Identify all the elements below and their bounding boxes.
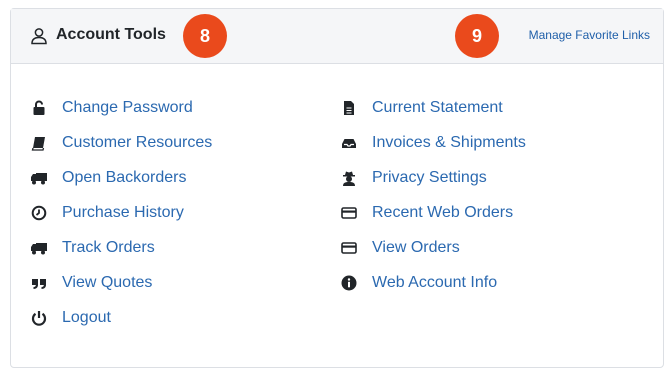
lock-open-icon — [31, 100, 47, 116]
recent-web-orders-link[interactable]: Recent Web Orders — [341, 195, 526, 230]
link-label: View Orders — [372, 238, 460, 256]
info-circle-icon — [341, 275, 357, 291]
link-label: Logout — [62, 308, 111, 326]
user-secret-icon — [341, 170, 357, 186]
purchase-history-link[interactable]: Purchase History — [31, 195, 212, 230]
card-title: Account Tools — [56, 26, 166, 43]
logout-link[interactable]: Logout — [31, 300, 212, 335]
link-label: Change Password — [62, 98, 193, 116]
clock-icon — [31, 205, 47, 221]
invoices-shipments-link[interactable]: Invoices & Shipments — [341, 125, 526, 160]
link-label: Track Orders — [62, 238, 155, 256]
truck-icon — [31, 240, 47, 256]
truck-icon — [31, 170, 47, 186]
power-icon — [31, 310, 47, 326]
left-link-list: Change Password Customer Resources Open … — [31, 90, 212, 335]
link-label: Open Backorders — [62, 168, 187, 186]
right-link-list: Current Statement Invoices & Shipments P… — [341, 90, 526, 300]
web-account-info-link[interactable]: Web Account Info — [341, 265, 526, 300]
link-label: Current Statement — [372, 98, 503, 116]
file-icon — [341, 100, 357, 116]
change-password-link[interactable]: Change Password — [31, 90, 212, 125]
customer-resources-link[interactable]: Customer Resources — [31, 125, 212, 160]
view-orders-link[interactable]: View Orders — [341, 230, 526, 265]
step-badge-8: 8 — [183, 14, 227, 58]
book-icon — [31, 135, 47, 151]
link-label: Privacy Settings — [372, 168, 487, 186]
manage-favorite-links-link[interactable]: Manage Favorite Links — [529, 28, 650, 42]
user-icon — [30, 27, 48, 45]
link-label: Invoices & Shipments — [372, 133, 526, 151]
account-tools-card: Account Tools 8 9 Manage Favorite Links … — [10, 8, 664, 368]
current-statement-link[interactable]: Current Statement — [341, 90, 526, 125]
privacy-settings-link[interactable]: Privacy Settings — [341, 160, 526, 195]
quote-icon — [31, 275, 47, 291]
open-backorders-link[interactable]: Open Backorders — [31, 160, 212, 195]
credit-card-icon — [341, 205, 357, 221]
link-label: Web Account Info — [372, 273, 498, 291]
link-label: Purchase History — [62, 203, 184, 221]
card-header: Account Tools 8 9 Manage Favorite Links — [11, 9, 663, 64]
inbox-icon — [341, 135, 357, 151]
link-label: Customer Resources — [62, 133, 213, 151]
track-orders-link[interactable]: Track Orders — [31, 230, 212, 265]
view-quotes-link[interactable]: View Quotes — [31, 265, 212, 300]
step-badge-9: 9 — [455, 14, 499, 58]
credit-card-icon — [341, 240, 357, 256]
link-label: View Quotes — [62, 273, 153, 291]
link-label: Recent Web Orders — [372, 203, 514, 221]
